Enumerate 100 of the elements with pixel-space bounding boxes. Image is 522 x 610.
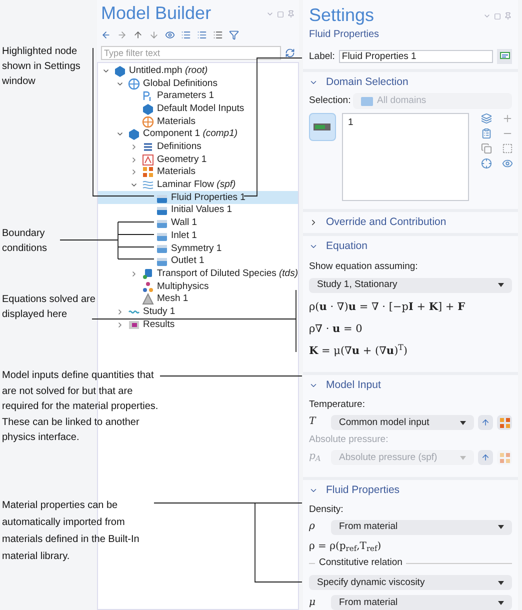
chevron-icon[interactable] [130,270,138,278]
filter-field[interactable]: Type filter text [101,46,281,60]
symbol: T [309,416,316,429]
tree-item[interactable]: Mesh 1 [98,292,298,306]
section-header[interactable]: Equation [303,236,518,257]
section-header[interactable]: Model Input [303,375,518,396]
selection-list[interactable]: 1 [342,113,470,201]
tree-item[interactable]: Default Model Inputs [98,102,298,116]
dropdown[interactable]: From material [331,520,512,535]
label-field[interactable]: Fluid Properties 1 [338,50,493,63]
tree-item[interactable]: Inlet 1 [98,229,298,242]
transport-icon [142,268,154,280]
equation: ρ = ρ(p$_{ref}$,T$_{ref}$) [309,540,382,554]
tree-item[interactable]: Definitions [98,140,298,154]
annotation: Material properties can be automatically imported from materials defined in the Built-In material library. [2,499,140,564]
flow-icon [142,179,154,192]
tree-item[interactable]: Multiphysics [98,280,298,293]
refresh-icon[interactable] [285,48,295,58]
equation: ρ∇ · u = 0 [309,323,362,336]
domain-node-icon [156,204,168,216]
tree-item[interactable]: Transport of Diluted Species (tds) [98,268,298,280]
geometry-icon [142,154,154,166]
globe-icon [128,78,140,90]
toggle-button[interactable] [309,113,336,141]
tree-item[interactable]: Materials [98,115,298,128]
tree-item[interactable]: Materials [98,166,298,179]
caret-icon [460,456,466,460]
dropdown[interactable]: Study 1, Stationary [309,278,512,293]
chevron-icon[interactable] [130,156,138,164]
caret-icon [498,600,504,605]
tree-item[interactable]: Fluid Properties 1 [98,191,298,204]
chevron-icon[interactable] [102,66,110,75]
boundary-node-icon [156,242,168,254]
link-button[interactable] [478,415,493,430]
dropdown[interactable]: From material [331,595,512,610]
tree-item[interactable]: Outlet 1 [98,254,298,268]
tree-item[interactable]: Component 1 (comp1) [98,128,298,141]
comment-icon [500,52,510,61]
tree-item[interactable]: Geometry 1 [98,153,298,166]
caret-icon [498,580,504,585]
field-label: Selection: [309,95,349,107]
multiphysics-icon [142,280,154,293]
material-button[interactable] [497,415,512,430]
chevron-icon[interactable] [116,320,124,329]
copy-icon[interactable] [481,143,492,154]
chevron-icon[interactable] [116,308,124,316]
symbol: μ [309,596,316,609]
dropdown[interactable]: Specify dynamic viscosity [309,575,512,590]
down-icon[interactable] [149,30,159,40]
root-icon [114,64,126,77]
link-button[interactable] [478,450,493,465]
layers-icon[interactable] [481,113,492,124]
dropdown[interactable]: Common model input [331,415,474,430]
crosshair-icon[interactable] [481,158,492,169]
tree-item[interactable]: Initial Values 1 [98,204,298,217]
section-header[interactable]: Override and Contribution [303,212,518,233]
symbol: ρ [309,521,315,534]
tree-item[interactable]: Wall 1 [98,216,298,230]
comment-button[interactable] [497,49,512,64]
grid-icon [500,418,510,428]
grid-icon [142,166,154,178]
field-label: Label: [309,50,335,62]
list-item[interactable]: 1 [348,117,464,129]
filter-icon[interactable] [229,30,239,40]
tree-item[interactable]: Global Definitions [98,77,298,90]
tree-item[interactable]: Results [98,318,298,331]
up-icon[interactable] [133,30,143,40]
tree-item[interactable]: Untitled.mph (root) [98,64,298,78]
field-label: Show equation assuming: [309,261,419,273]
tree-item[interactable]: Study 1 [98,306,298,318]
clear-icon[interactable] [502,143,513,154]
mesh-icon [142,293,154,306]
tree-item[interactable]: Symmetry 1 [98,242,298,255]
chevron-icon [309,218,318,227]
tree-item[interactable]: Laminar Flow (spf) [98,178,298,192]
section-header[interactable]: Domain Selection [303,72,518,93]
chevron-icon[interactable] [130,181,138,190]
panel-subtitle: Fluid Properties [308,28,380,41]
section-header[interactable]: Fluid Properties [303,480,518,501]
annotation: Equations solved are displayed here [2,293,96,322]
grid-icon [500,452,510,462]
forward-icon[interactable] [117,30,127,40]
chevron-icon[interactable] [116,80,124,88]
equation: ρ(u · ∇)u = ∇ · [−pI + K] + F [309,300,466,314]
chevron-icon[interactable] [116,130,124,138]
back-icon[interactable] [101,30,111,40]
chevron-icon [309,78,318,87]
caret-icon [498,283,504,288]
component-icon [128,128,140,140]
annotation: Model inputs define quantities that are not solved for but that are required for the material properties. These can be linked to another physics interface. [2,369,160,445]
field-label: Density: [309,504,344,516]
chevron-icon[interactable] [130,142,138,151]
annotation: Boundary conditions [2,227,48,256]
eye-icon[interactable] [502,158,513,169]
caret-icon [460,420,466,425]
eye-icon[interactable] [165,30,175,40]
chevron-icon[interactable] [130,168,138,176]
field-label: Absolute pressure: [309,434,390,446]
tree-item[interactable]: Parameters 1 [98,90,298,103]
panel-title: Model Builder [101,2,212,24]
